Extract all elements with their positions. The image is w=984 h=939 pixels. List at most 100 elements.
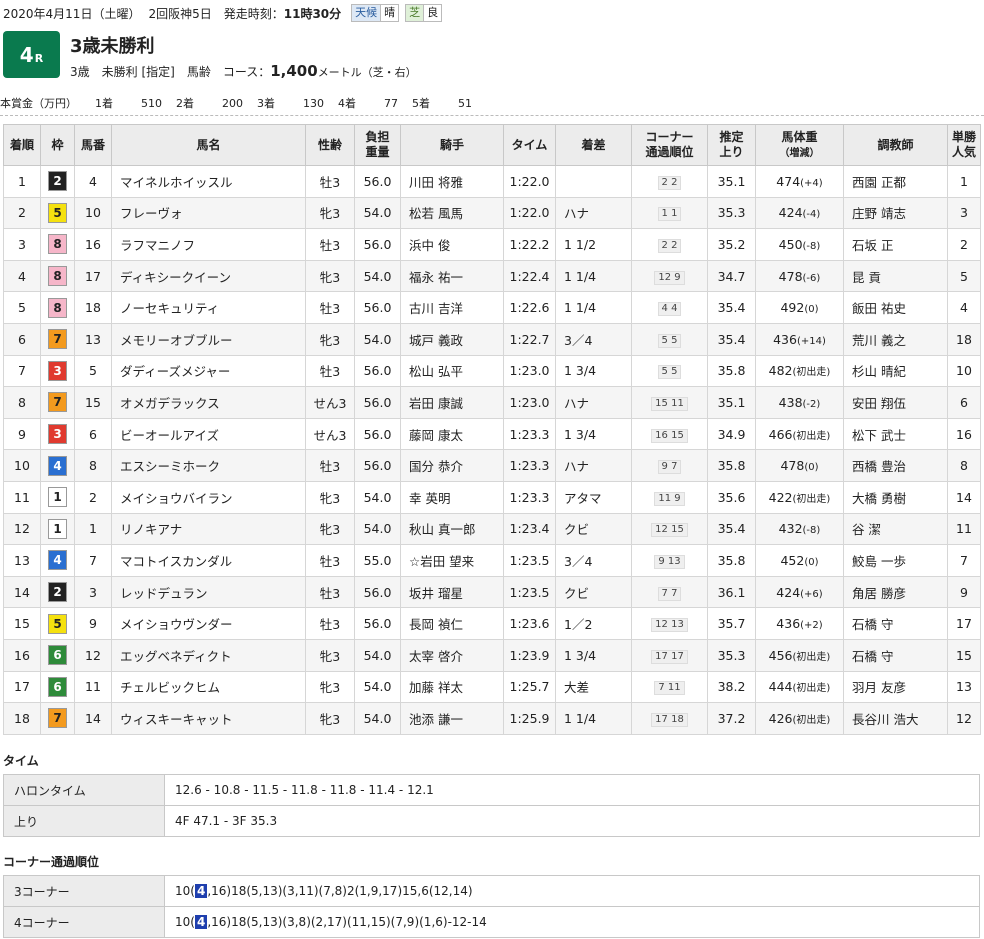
trainer-link[interactable]: 杉山 晴紀	[843, 354, 948, 388]
jockey-link[interactable]: 坂井 瑠星	[400, 575, 504, 609]
last-3f: 35.1	[707, 386, 756, 419]
horse-name-link[interactable]: メイショウバイラン	[111, 480, 306, 514]
trainer-link[interactable]: 飯田 祐史	[843, 291, 948, 324]
finish-time: 1:22.4	[503, 259, 556, 293]
popularity: 11	[947, 512, 981, 546]
body-weight: 452	[780, 552, 805, 568]
waku-badge: 4	[48, 455, 67, 476]
trainer-link[interactable]: 松下 武士	[843, 417, 948, 451]
jockey-link[interactable]: 城戸 義政	[400, 322, 504, 356]
horse-number: 11	[74, 670, 112, 704]
horse-name-link[interactable]: ディキシークイーン	[111, 259, 306, 293]
trainer-link[interactable]: 西橋 豊治	[843, 449, 948, 482]
horse-name-link[interactable]: オメガデラックス	[111, 386, 306, 419]
col-header-popularity: 単勝 人気	[947, 124, 981, 166]
time-table: ハロンタイム 12.6 - 10.8 - 11.5 - 11.8 - 11.8 …	[3, 774, 980, 837]
horse-name-link[interactable]: メモリーオブブルー	[111, 322, 306, 356]
horse-number: 18	[74, 291, 112, 324]
horse-name-link[interactable]: エスシーミホーク	[111, 449, 306, 482]
sex-age: 牡3	[305, 291, 355, 324]
trainer-link[interactable]: 角居 勝彦	[843, 575, 948, 609]
last-3f: 38.2	[707, 670, 756, 704]
corner-cell: 9 7	[631, 449, 708, 482]
trainer-link[interactable]: 大橋 勇樹	[843, 480, 948, 514]
weight-change: (初出走)	[792, 493, 831, 505]
jockey-link[interactable]: 川田 将雅	[400, 165, 504, 198]
waku-cell: 1	[40, 512, 75, 546]
waku-badge: 7	[48, 392, 67, 413]
trainer-link[interactable]: 羽月 友彦	[843, 670, 948, 704]
horse-name-link[interactable]: リノキアナ	[111, 512, 306, 546]
trainer-link[interactable]: 安田 翔伍	[843, 386, 948, 419]
margin: ハナ	[555, 196, 632, 230]
trainer-link[interactable]: 石橋 守	[843, 638, 948, 672]
finish-time: 1:22.6	[503, 291, 556, 324]
prize-item: 3着 130	[257, 97, 324, 110]
prize-amount: 77	[384, 96, 398, 110]
horse-name-link[interactable]: メイショウヴンダー	[111, 607, 306, 640]
finish-time: 1:23.5	[503, 544, 556, 577]
margin: クビ	[555, 575, 632, 609]
jockey-link[interactable]: 国分 恭介	[400, 449, 504, 482]
corner-positions: 12 9	[654, 270, 685, 285]
sex-age: 牝3	[305, 670, 355, 704]
trainer-link[interactable]: 鮫島 一歩	[843, 544, 948, 577]
trainer-link[interactable]: 庄野 靖志	[843, 196, 948, 230]
jockey-link[interactable]: 岩田 康誠	[400, 386, 504, 419]
jockey-link[interactable]: 太宰 啓介	[400, 638, 504, 672]
jockey-link[interactable]: 浜中 俊	[400, 228, 504, 261]
body-weight: 432	[778, 521, 803, 537]
jockey-link[interactable]: ☆岩田 望来	[400, 544, 504, 577]
horse-name-link[interactable]: ノーセキュリティ	[111, 291, 306, 324]
jockey-link[interactable]: 池添 謙一	[400, 702, 504, 735]
trainer-link[interactable]: 石橋 守	[843, 607, 948, 640]
horse-name-link[interactable]: マイネルホイッスル	[111, 165, 306, 198]
corner-positions: 17 17	[651, 649, 688, 664]
trainer-link[interactable]: 石坂 正	[843, 228, 948, 261]
jockey-link[interactable]: 福永 祐一	[400, 259, 504, 293]
trainer-link[interactable]: 長谷川 浩大	[843, 702, 948, 735]
jockey-link[interactable]: 藤岡 康太	[400, 417, 504, 451]
corner-cell: 12 13	[631, 607, 708, 640]
horse-name-link[interactable]: レッドデュラン	[111, 575, 306, 609]
body-weight: 424	[778, 205, 803, 221]
body-weight: 426	[768, 710, 793, 726]
table-row: 2 5 10 フレーヴォ 牝3 54.0 松若 風馬 1:22.0 ハナ 1 1 35.3 424(-…	[3, 196, 981, 230]
jockey-link[interactable]: 古川 吉洋	[400, 291, 504, 324]
corner4-order-start: 10(	[175, 915, 195, 929]
horse-name-link[interactable]: ダディーズメジャー	[111, 354, 306, 388]
trainer-link[interactable]: 谷 潔	[843, 512, 948, 546]
trainer-link[interactable]: 昆 貢	[843, 259, 948, 293]
horse-name-link[interactable]: チェルビックヒム	[111, 670, 306, 704]
jockey-link[interactable]: 松山 弘平	[400, 354, 504, 388]
margin: 1 1/4	[555, 702, 632, 735]
finish-time: 1:23.0	[503, 354, 556, 388]
carried-weight: 56.0	[354, 449, 401, 482]
horse-name-link[interactable]: マコトイスカンダル	[111, 544, 306, 577]
corner-positions: 16 15	[651, 428, 688, 443]
trainer-link[interactable]: 西園 正都	[843, 165, 948, 198]
corner-positions: 2 2	[657, 175, 682, 190]
jockey-link[interactable]: 秋山 真一郎	[400, 512, 504, 546]
finish-position: 6	[3, 322, 41, 356]
horse-name-link[interactable]: ビーオールアイズ	[111, 417, 306, 451]
jockey-link[interactable]: 松若 風馬	[400, 196, 504, 230]
trainer-link[interactable]: 荒川 義之	[843, 322, 948, 356]
horse-name-link[interactable]: ラフマニノフ	[111, 228, 306, 261]
horse-name-link[interactable]: エッグベネディクト	[111, 638, 306, 672]
weight-change: (初出走)	[792, 430, 831, 442]
horse-number: 17	[74, 259, 112, 293]
carried-weight: 54.0	[354, 322, 401, 356]
waku-cell: 5	[40, 196, 75, 230]
horse-name-link[interactable]: ウィスキーキャット	[111, 702, 306, 735]
corner4-row: 4コーナー 10(4,16)18(5,13)(3,8)(2,17)(11,15)…	[3, 906, 980, 938]
jockey-link[interactable]: 加藤 祥太	[400, 670, 504, 704]
jockey-link[interactable]: 幸 英明	[400, 480, 504, 514]
body-weight-cell: 424(+6)	[755, 575, 844, 609]
winner-number-highlight: 4	[194, 915, 208, 929]
carried-weight: 55.0	[354, 544, 401, 577]
sex-age: 牝3	[305, 196, 355, 230]
jockey-link[interactable]: 長岡 禎仁	[400, 607, 504, 640]
popularity: 9	[947, 575, 981, 609]
horse-name-link[interactable]: フレーヴォ	[111, 196, 306, 230]
